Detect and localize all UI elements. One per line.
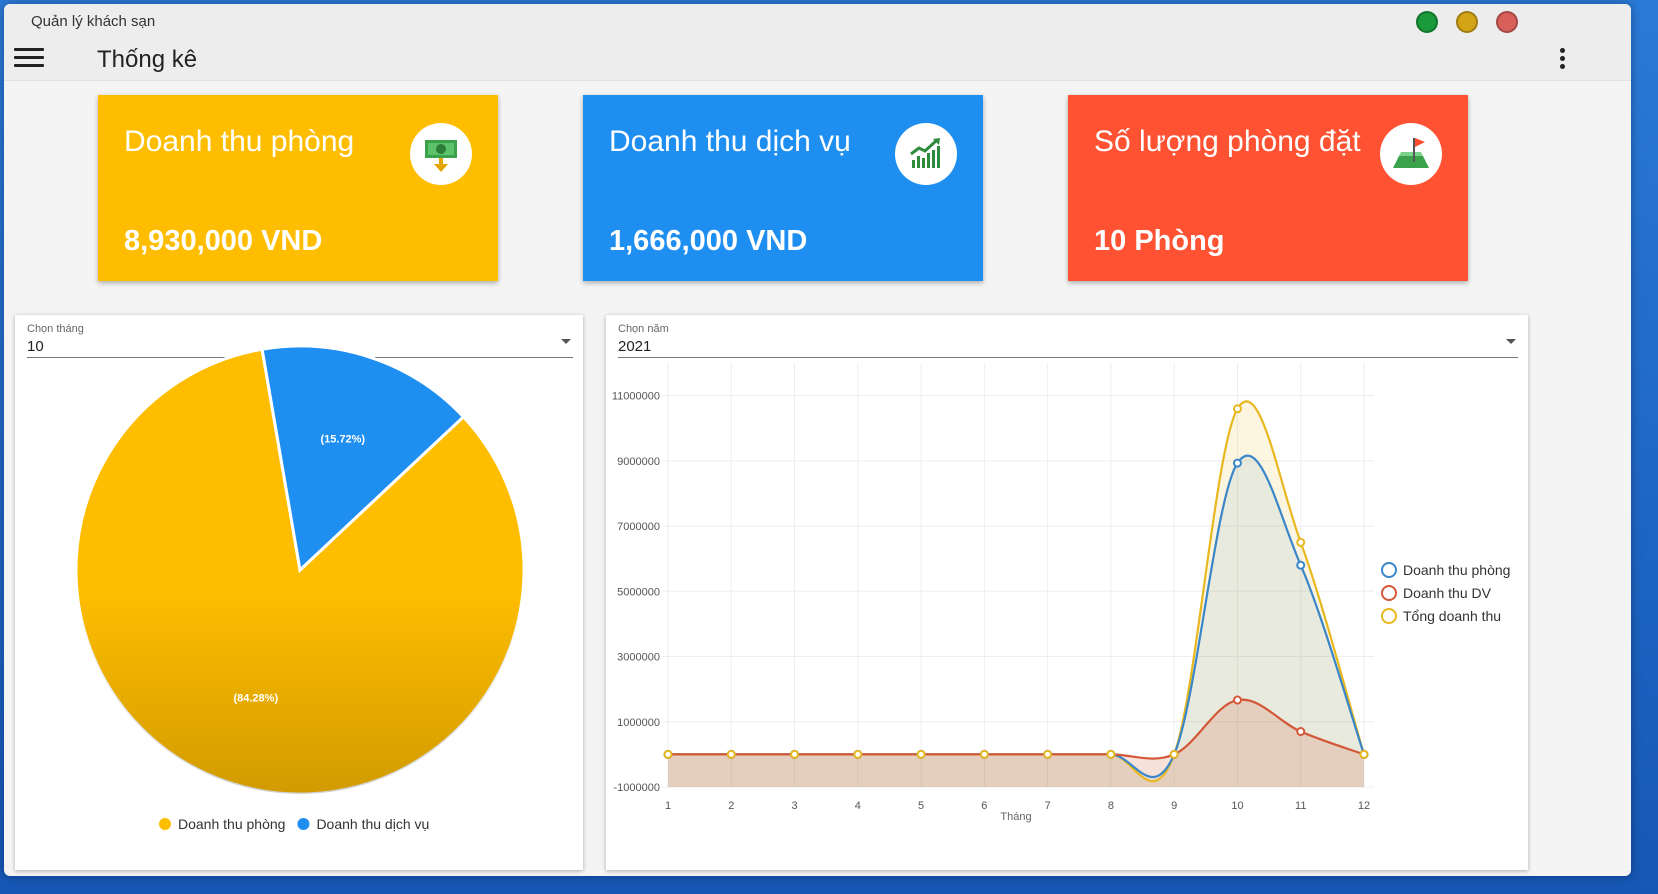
data-point [916,749,926,759]
maximize-button[interactable] [1456,11,1478,33]
x-tick-label: 2 [728,800,734,812]
pie-panel: Chọn tháng 10 (84.28%) (15.72%) Doanh thu … [15,315,583,870]
y-tick-label: 1000000 [617,717,660,729]
x-tick-label: 8 [1108,800,1114,812]
data-point [1296,560,1306,570]
legend-swatch [159,818,171,830]
hamburger-icon[interactable] [14,48,44,70]
legend-label: Doanh thu phòng [1403,562,1510,578]
data-point [1043,749,1053,759]
data-point [853,749,863,759]
data-point [1359,749,1369,759]
room-revenue-card: Doanh thu phòng 8,930,000 VND [98,95,498,281]
service-revenue-card: Doanh thu dịch vụ 1,666,000 VND [583,95,983,281]
y-tick-label: 3000000 [617,652,660,664]
y-tick-label: 9000000 [617,456,660,468]
legend-swatch [1381,562,1397,578]
card-value: 8,930,000 VND [124,225,323,257]
pie-chart: (84.28%) (15.72%) Doanh thu phòng Doanh thu… [74,344,526,832]
x-tick-label: 6 [981,800,987,812]
legend-label: Doanh thu phòng [178,816,285,832]
window-title: Quản lý khách sạn [31,13,156,30]
chart-growth-icon [895,123,957,185]
more-vert-icon[interactable] [1557,48,1567,72]
legend-label: Doanh thu dịch vụ [316,816,429,832]
x-tick-label: 3 [791,800,797,812]
x-tick-label: 7 [1045,800,1051,812]
data-point [1232,695,1242,705]
minimize-button[interactable] [1416,11,1438,33]
x-tick-label: 11 [1295,800,1306,812]
card-label: Doanh thu phòng [124,125,355,158]
pie-shading [76,346,524,794]
line-panel: Chọn năm 2021 11000000 9000000 7000000 5000… [606,315,1528,870]
rooms-booked-card: Số lượng phòng đặt 10 Phòng [1068,95,1468,281]
y-tick-label: 7000000 [617,521,660,533]
card-value: 1,666,000 VND [609,225,808,257]
pie-slice-label: (84.28%) [233,693,278,705]
page-title: Thống kê [97,46,198,73]
flag-icon [1380,123,1442,185]
y-tick-label: 11000000 [612,391,660,403]
data-point [1296,537,1306,547]
card-label: Số lượng phòng đặt [1094,125,1361,158]
legend-label: Tổng doanh thu [1403,608,1501,624]
data-point [1232,404,1242,414]
card-value: 10 Phòng [1094,225,1225,257]
data-point [1232,458,1242,468]
data-point [1169,749,1179,759]
data-point [1106,749,1116,759]
legend-swatch [1381,608,1397,624]
x-tick-label: 1 [665,800,671,812]
card-label: Doanh thu dịch vụ [609,125,851,158]
data-point [726,749,736,759]
app-bar: Thống kê [4,40,1631,81]
data-point [979,749,989,759]
revenue-area-chart: 11000000 9000000 7000000 5000000 3000000 1000… [612,363,1510,823]
data-point [790,749,800,759]
y-tick-label: -1000000 [614,782,661,794]
series-area [668,699,1364,787]
x-axis-label: Tháng [1000,811,1031,823]
x-tick-label: 10 [1231,800,1243,812]
y-tick-label: 5000000 [617,586,660,598]
legend-label: Doanh thu DV [1403,585,1492,601]
x-tick-label: 12 [1358,800,1370,812]
x-tick-label: 4 [855,800,861,812]
close-button[interactable] [1496,11,1518,33]
pie-slice-label: (15.72%) [320,434,365,446]
data-point [663,749,673,759]
app-window: Quản lý khách sạn Thống kê Doanh thu phò… [4,4,1631,876]
legend-swatch [1381,585,1397,601]
x-tick-label: 9 [1171,800,1177,812]
data-point [1296,727,1306,737]
title-bar: Quản lý khách sạn [4,4,1631,40]
legend-swatch [297,818,310,830]
money-icon [410,123,472,185]
x-tick-label: 5 [918,800,924,812]
